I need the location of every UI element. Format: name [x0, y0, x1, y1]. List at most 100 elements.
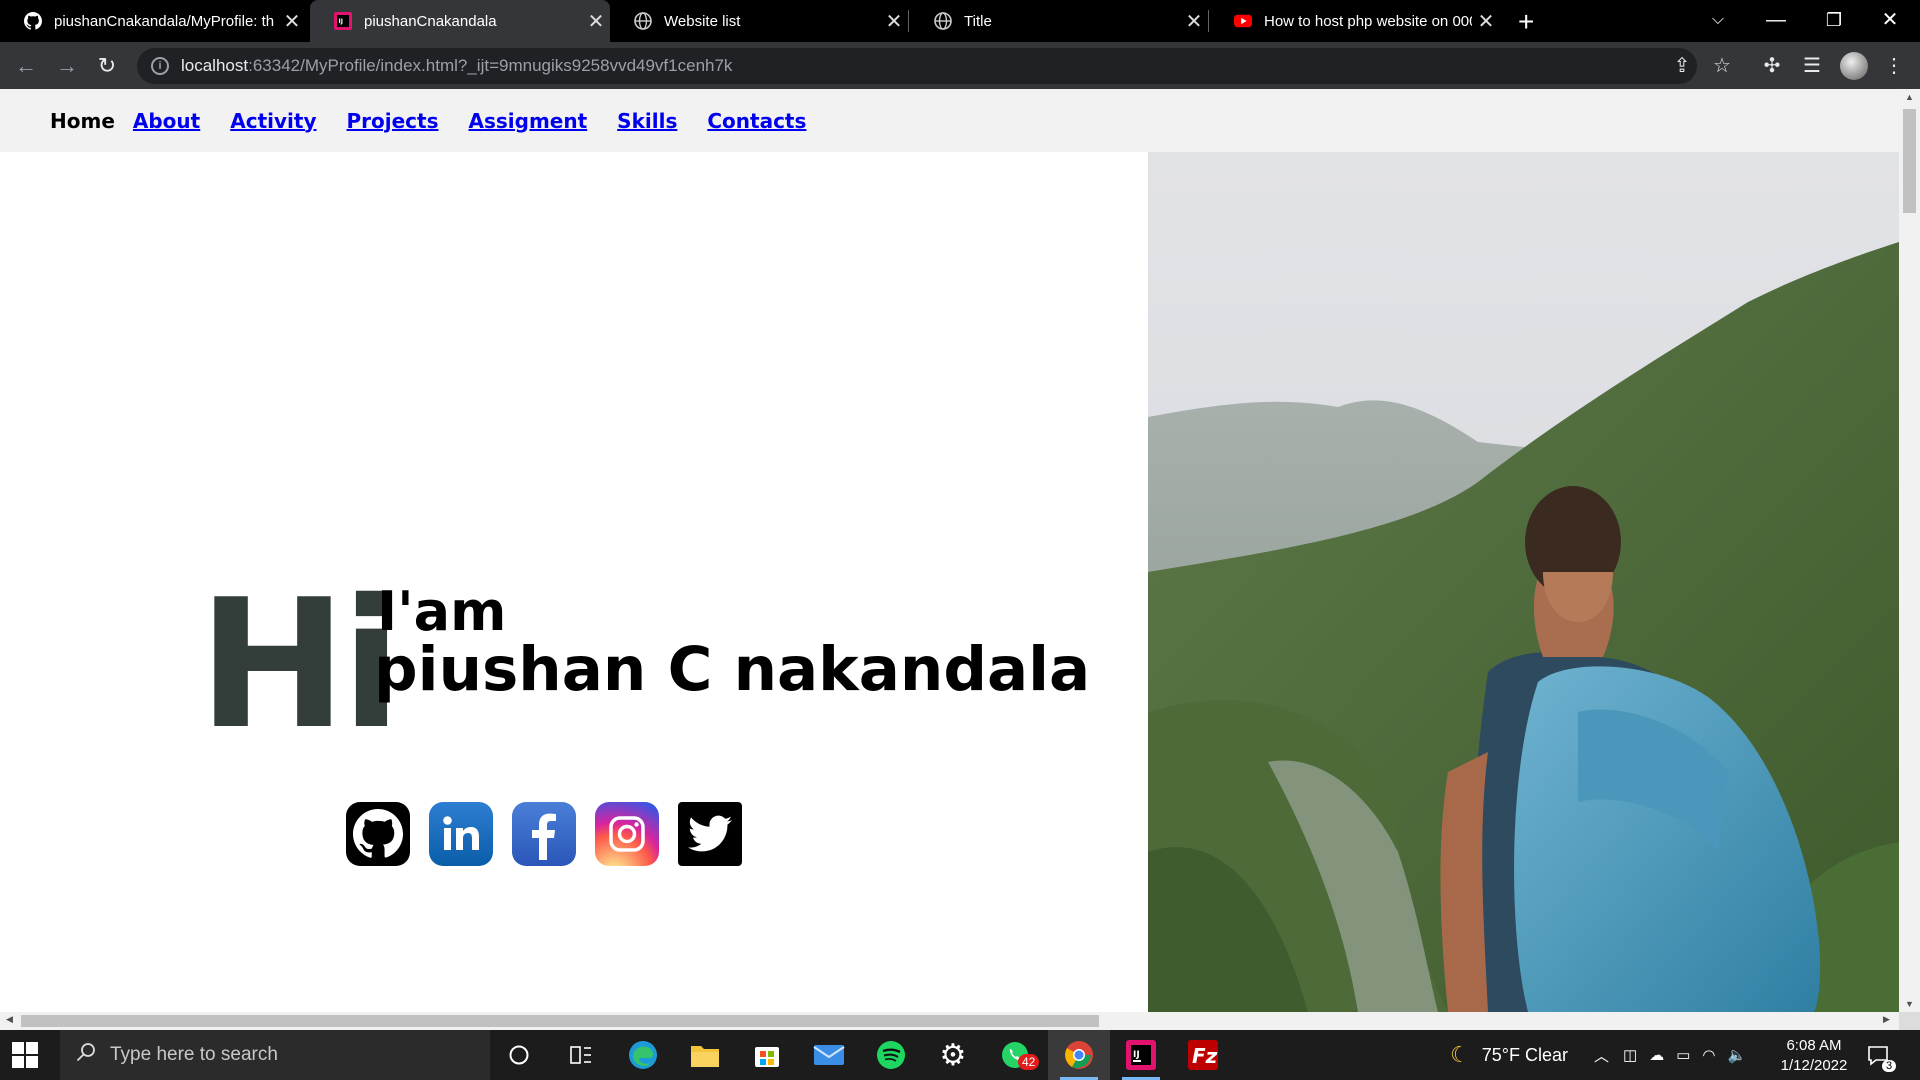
horizontal-scrollbar[interactable]: ◀ ▶ [0, 1012, 1899, 1030]
vertical-scroll-thumb[interactable] [1903, 109, 1916, 213]
edge-icon[interactable] [612, 1030, 674, 1080]
linkedin-icon[interactable] [429, 802, 493, 866]
github-icon[interactable] [346, 802, 410, 866]
twitter-icon[interactable] [678, 802, 742, 866]
facebook-icon[interactable] [512, 802, 576, 866]
svg-text:IJ: IJ [339, 18, 343, 25]
hero-name: piushan C nakandala [374, 634, 1091, 705]
nav-about[interactable]: About [133, 109, 200, 133]
tab-title: How to host php website on 000 [1264, 12, 1472, 30]
address-bar[interactable]: i localhost:63342/MyProfile/index.html?_… [137, 48, 1697, 84]
notification-count: 3 [1882, 1060, 1897, 1072]
instagram-icon[interactable] [595, 802, 659, 866]
windows-start-icon[interactable] [12, 1042, 38, 1068]
url-text: localhost:63342/MyProfile/index.html?_ij… [181, 56, 733, 75]
profile-avatar[interactable] [1840, 52, 1868, 80]
tab-title: piushanCnakandala [364, 12, 497, 30]
share-icon[interactable]: ⇪ [1668, 52, 1696, 80]
windows-taskbar: Type here to search ⚙ 42 IJ Fz ☾ 75°F Cl… [0, 1030, 1920, 1080]
vertical-scrollbar[interactable]: ▲ ▼ [1899, 89, 1920, 1012]
close-icon[interactable]: ✕ [582, 9, 610, 34]
weather-text: 75°F Clear [1481, 1044, 1568, 1065]
mail-icon[interactable] [798, 1030, 860, 1080]
social-links [346, 802, 761, 866]
close-icon[interactable]: ✕ [1180, 9, 1208, 34]
nav-home[interactable]: Home [50, 109, 115, 133]
whatsapp-badge: 42 [1018, 1054, 1040, 1070]
scroll-left-arrow-icon[interactable]: ◀ [6, 1014, 13, 1025]
speaker-icon[interactable]: 🔈 [1727, 1046, 1746, 1064]
globe-icon [934, 12, 952, 30]
taskbar-search-box[interactable]: Type here to search [60, 1030, 490, 1080]
filezilla-icon[interactable]: Fz [1172, 1030, 1234, 1080]
search-icon [76, 1042, 96, 1068]
tray-chevron-up-icon[interactable]: ︿ [1594, 1045, 1609, 1066]
nav-assigment[interactable]: Assigment [469, 109, 588, 133]
close-icon[interactable]: ✕ [1472, 9, 1500, 34]
tab-title: piushanCnakandala/MyProfile: th [54, 12, 275, 30]
file-explorer-icon[interactable] [674, 1030, 736, 1080]
spotify-icon[interactable] [860, 1030, 922, 1080]
hero-photo [1148, 152, 1899, 1012]
nav-projects[interactable]: Projects [346, 109, 438, 133]
clock-time: 6:08 AM [1786, 1037, 1842, 1054]
github-icon [24, 12, 42, 30]
horizontal-scroll-thumb[interactable] [21, 1015, 1099, 1027]
bookmark-star-icon[interactable]: ☆ [1708, 52, 1736, 80]
chrome-icon[interactable] [1048, 1030, 1110, 1080]
youtube-icon [1234, 12, 1252, 30]
menu-kebab-icon[interactable]: ⋮ [1880, 52, 1908, 80]
close-icon[interactable]: ✕ [278, 9, 306, 34]
reload-icon[interactable]: ↻ [91, 50, 123, 82]
nav-skills[interactable]: Skills [617, 109, 677, 133]
intellij-icon[interactable]: IJ [1110, 1030, 1172, 1080]
wifi-icon[interactable]: ◠ [1702, 1046, 1715, 1064]
nav-activity[interactable]: Activity [230, 109, 316, 133]
browser-tab-bar: piushanCnakandala/MyProfile: th ✕ IJ piu… [0, 0, 1920, 42]
tab-website-list[interactable]: Website list ✕ [610, 0, 908, 42]
site-nav: Home About Activity Projects Assigment S… [0, 89, 1899, 152]
battery-icon[interactable]: ▭ [1676, 1046, 1690, 1064]
whatsapp-icon[interactable]: 42 [984, 1030, 1046, 1080]
svg-text:IJ: IJ [1133, 1050, 1140, 1060]
new-tab-button[interactable]: + [1518, 6, 1534, 38]
tab-title-page[interactable]: Title ✕ [910, 0, 1208, 42]
page-viewport: Home About Activity Projects Assigment S… [0, 89, 1899, 1012]
search-placeholder: Type here to search [110, 1044, 278, 1065]
clock-date: 1/12/2022 [1780, 1057, 1848, 1074]
extensions-puzzle-icon[interactable]: ✣ [1758, 52, 1786, 80]
taskbar-clock[interactable]: 6:08 AM 1/12/2022 [1770, 1036, 1858, 1076]
tab-separator [1208, 10, 1209, 32]
info-icon[interactable]: i [151, 57, 169, 75]
back-arrow-icon[interactable]: ← [10, 50, 42, 82]
microsoft-store-icon[interactable] [736, 1030, 798, 1080]
onedrive-cloud-icon[interactable]: ☁ [1649, 1046, 1664, 1064]
weather-widget[interactable]: ☾ 75°F Clear [1450, 1030, 1568, 1080]
browser-toolbar: ← → ↻ i localhost:63342/MyProfile/index.… [0, 42, 1920, 89]
intellij-icon: IJ [334, 12, 352, 30]
meet-now-icon[interactable]: ◫ [1623, 1046, 1637, 1064]
tab-github[interactable]: piushanCnakandala/MyProfile: th ✕ [0, 0, 306, 42]
scroll-up-arrow-icon[interactable]: ▲ [1899, 92, 1920, 102]
moon-icon: ☾ [1450, 1042, 1470, 1067]
task-view-icon[interactable] [550, 1030, 612, 1080]
tab-search-chevron-icon[interactable]: ⌵ [1690, 0, 1746, 42]
close-icon[interactable]: ✕ [880, 9, 908, 34]
scroll-right-arrow-icon[interactable]: ▶ [1883, 1014, 1890, 1025]
nav-contacts[interactable]: Contacts [707, 109, 806, 133]
restore-button[interactable]: ❐ [1806, 0, 1862, 42]
globe-icon [634, 12, 652, 30]
close-window-button[interactable]: ✕ [1862, 0, 1918, 42]
tab-youtube[interactable]: How to host php website on 000 ✕ [1210, 0, 1500, 42]
minimize-button[interactable]: — [1748, 0, 1804, 42]
hero-iam: I'am [377, 580, 507, 643]
forward-arrow-icon[interactable]: → [51, 50, 83, 82]
system-tray: ︿ ◫ ☁ ▭ ◠ 🔈 [1594, 1030, 1746, 1080]
reading-list-icon[interactable]: ☰ [1798, 52, 1826, 80]
settings-gear-icon[interactable]: ⚙ [922, 1030, 984, 1080]
tab-profile[interactable]: IJ piushanCnakandala ✕ [310, 0, 610, 42]
svg-text:Fz: Fz [1192, 1044, 1218, 1068]
notification-center-icon[interactable]: 3 [1866, 1030, 1897, 1080]
scroll-down-arrow-icon[interactable]: ▼ [1899, 999, 1920, 1009]
cortana-icon[interactable] [488, 1030, 550, 1080]
